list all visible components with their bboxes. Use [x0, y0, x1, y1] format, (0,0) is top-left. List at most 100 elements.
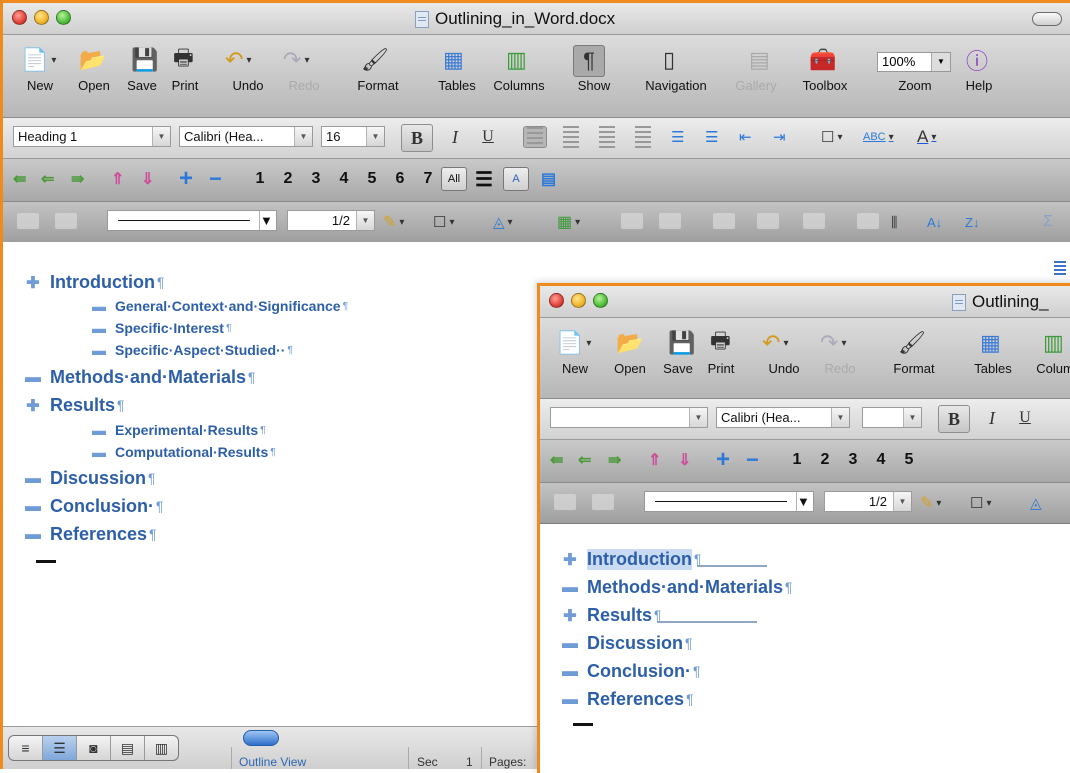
bold-button[interactable]: B — [938, 405, 970, 433]
borders-button[interactable]: ☐ ▾ — [821, 124, 842, 150]
promote-to-heading-button[interactable]: ⇚ — [13, 167, 26, 191]
show-level-5-button[interactable]: 5 — [902, 448, 916, 472]
title-bar[interactable]: Outlining_in_Word.docx — [3, 3, 1070, 35]
pen-color-button[interactable]: ✎ ▾ — [920, 490, 941, 516]
collapse-minus-icon[interactable]: ▬ — [25, 498, 41, 516]
autosum-button[interactable]: Σ — [1043, 209, 1053, 235]
outline-subheading[interactable]: ▬ Experimental·Results ¶ — [92, 422, 266, 438]
outline-heading-results[interactable]: ✚ Results ¶ — [562, 605, 758, 626]
tables-button[interactable]: ▦ — [443, 45, 464, 75]
highlight-button[interactable]: ABC ▾ — [863, 124, 894, 150]
undo-button[interactable]: ↶ ▾ — [762, 328, 788, 358]
promote-button[interactable]: ⇐ — [578, 448, 591, 472]
decrease-indent-button[interactable]: ⇤ — [739, 124, 752, 150]
open-button[interactable]: 📂 — [79, 45, 106, 75]
demote-button[interactable]: ⇛ — [71, 167, 84, 191]
move-down-button[interactable]: ⇓ — [141, 167, 154, 191]
outline-view-button[interactable]: ☰ — [43, 736, 77, 760]
show-level-4-button[interactable]: 4 — [874, 448, 888, 472]
bulleted-list-button[interactable]: ☰ — [705, 124, 718, 150]
collapse-minus-icon[interactable]: ▬ — [562, 635, 578, 653]
show-level-2-button[interactable]: 2 — [818, 448, 832, 472]
minimize-window-button[interactable] — [34, 10, 49, 25]
outline-heading-discussion[interactable]: ▬ Discussion ¶ — [562, 633, 692, 654]
publishing-layout-view-button[interactable]: ◙ — [77, 736, 111, 760]
eraser-icon[interactable] — [55, 213, 77, 229]
collapse-button[interactable]: − — [209, 166, 222, 191]
promote-to-heading-button[interactable]: ⇚ — [550, 448, 563, 472]
outline-heading-introduction[interactable]: ✚ Introduction ¶ — [562, 549, 768, 570]
font-size-select[interactable]: 16 ▼ — [321, 126, 385, 147]
font-select[interactable]: Calibri (Hea... ▼ — [179, 126, 313, 147]
navigation-button[interactable]: ▯ — [663, 45, 675, 75]
move-up-button[interactable]: ⇑ — [648, 448, 661, 472]
show-level-2-button[interactable]: 2 — [281, 167, 295, 191]
minimize-window-button[interactable] — [571, 293, 586, 308]
pen-icon[interactable] — [554, 494, 576, 510]
expand-plus-icon[interactable]: ✚ — [25, 273, 41, 293]
show-level-4-button[interactable]: 4 — [337, 167, 351, 191]
style-select[interactable]: ▼ — [550, 407, 708, 428]
align-center-button[interactable] — [559, 126, 583, 148]
table-borders-button[interactable]: ☐ ▾ — [433, 209, 454, 235]
font-color-button[interactable]: A ▾ — [917, 124, 936, 150]
show-button[interactable]: ¶ — [573, 45, 605, 77]
columns-button[interactable]: ▥ — [1043, 328, 1064, 358]
expand-plus-icon[interactable]: ✚ — [25, 396, 41, 416]
shading-button[interactable]: ◬ ▾ — [493, 209, 513, 235]
expand-plus-icon[interactable]: ✚ — [562, 606, 578, 626]
underline-button[interactable]: U — [1015, 405, 1035, 431]
eraser-icon[interactable] — [592, 494, 614, 510]
collapse-minus-icon[interactable]: ▬ — [92, 298, 106, 314]
outline-heading-conclusion[interactable]: ▬ Conclusion· ¶ — [25, 496, 163, 517]
collapse-minus-icon[interactable]: ▬ — [92, 422, 106, 438]
font-select[interactable]: Calibri (Hea... ▼ — [716, 407, 850, 428]
toolbox-button[interactable]: 🧰 — [809, 45, 836, 75]
show-level-3-button[interactable]: 3 — [846, 448, 860, 472]
outline-heading-methods[interactable]: ▬ Methods·and·Materials ¶ — [562, 577, 792, 598]
demote-button[interactable]: ⇛ — [608, 448, 621, 472]
pen-color-button[interactable]: ✎ ▾ — [383, 209, 404, 235]
increase-indent-button[interactable]: ⇥ — [773, 124, 786, 150]
help-button[interactable]: ⓘ — [966, 45, 988, 75]
sort-ascending-button[interactable]: A↓ — [927, 209, 942, 235]
outline-heading-results[interactable]: ✚ Results ¶ — [25, 395, 124, 416]
italic-button[interactable]: I — [982, 405, 1002, 431]
new-button[interactable]: 📄 ▾ — [556, 328, 591, 358]
merge-cells-icon[interactable] — [713, 213, 735, 229]
outline-heading-introduction[interactable]: ✚ Introduction ¶ — [25, 272, 164, 293]
italic-button[interactable]: I — [445, 124, 465, 150]
collapse-minus-icon[interactable]: ▬ — [25, 526, 41, 544]
collapse-minus-icon[interactable]: ▬ — [92, 444, 106, 460]
outline-heading-methods[interactable]: ▬ Methods·and·Materials ¶ — [25, 367, 255, 388]
format-button[interactable]: 🖌 — [898, 328, 926, 358]
horizontal-scroll-thumb[interactable] — [243, 730, 279, 746]
style-select[interactable]: Heading 1 ▼ — [13, 126, 171, 147]
print-button[interactable]: 🖶 — [173, 45, 194, 75]
insert-rows-icon[interactable] — [621, 213, 643, 229]
expand-button[interactable]: + — [179, 165, 193, 192]
move-up-button[interactable]: ⇑ — [111, 167, 124, 191]
notebook-layout-view-button[interactable]: ▥ — [145, 736, 178, 760]
numbered-list-button[interactable]: ☰ — [671, 124, 684, 150]
insert-table-button[interactable]: ▦ ▾ — [557, 209, 580, 235]
table-borders-button[interactable]: ☐ ▾ — [970, 490, 991, 516]
outline-subheading[interactable]: ▬ Specific·Aspect·Studied·· ¶ — [92, 342, 293, 358]
print-layout-view-button[interactable]: ▤ — [111, 736, 145, 760]
move-down-button[interactable]: ⇓ — [678, 448, 691, 472]
toolbar-toggle-button[interactable] — [1032, 12, 1062, 26]
print-button[interactable]: 🖶 — [710, 328, 731, 358]
format-button[interactable]: 🖌 — [361, 45, 389, 75]
collapse-minus-icon[interactable]: ▬ — [25, 470, 41, 488]
autofit-icon[interactable] — [857, 213, 879, 229]
collapse-minus-icon[interactable]: ▬ — [92, 342, 106, 358]
align-left-button[interactable] — [523, 126, 547, 148]
distribute-rows-icon[interactable] — [757, 213, 779, 229]
show-all-button[interactable]: All — [441, 167, 467, 191]
font-size-select[interactable]: ▼ — [862, 407, 922, 428]
master-document-button[interactable]: ▤ — [541, 167, 556, 191]
justify-button[interactable] — [631, 126, 655, 148]
zoom-window-button[interactable] — [56, 10, 71, 25]
bold-button[interactable]: B — [401, 124, 433, 152]
draft-view-button[interactable]: ≡ — [9, 736, 43, 760]
